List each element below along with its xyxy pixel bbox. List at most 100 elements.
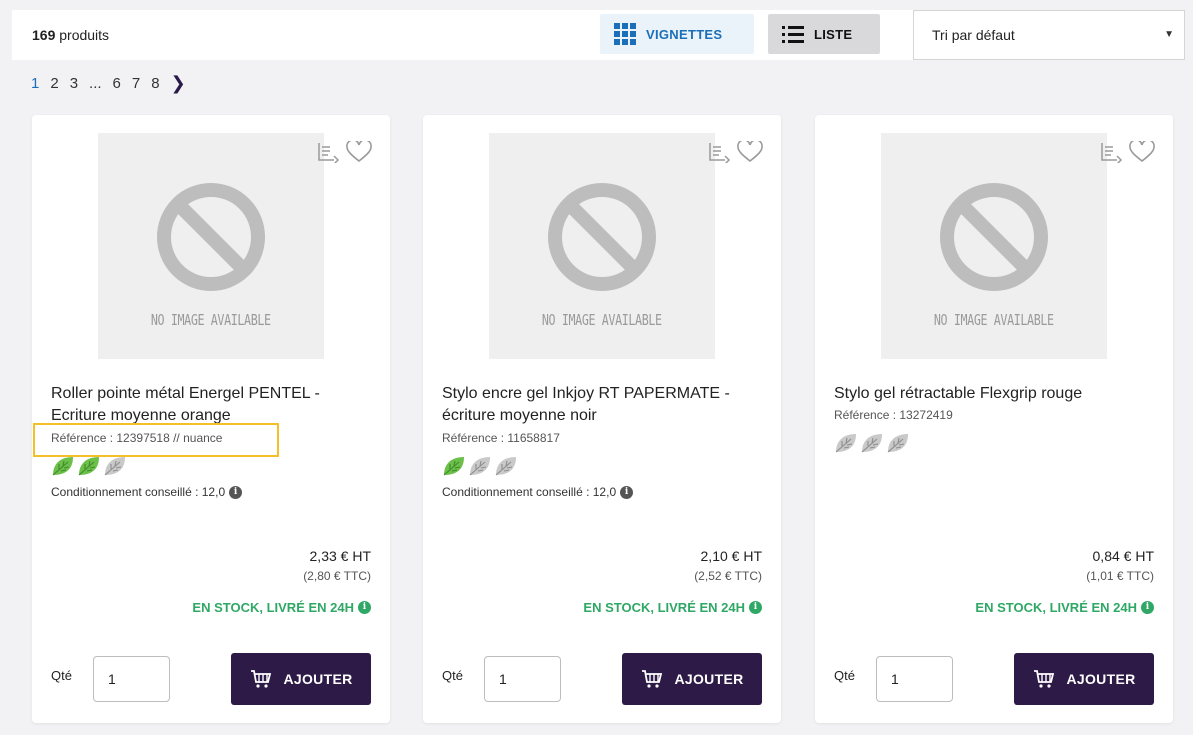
heart-icon[interactable] [346,141,372,163]
product-image-placeholder[interactable]: NO IMAGE AVAILABLE [881,133,1107,359]
page-link[interactable]: 8 [151,75,159,92]
cart-icon [1033,670,1054,688]
view-grid-button[interactable]: VIGNETTES [600,14,754,54]
eco-leaf-inactive-icon [887,434,908,453]
product-title[interactable]: Roller pointe métal Energel PENTEL - Ecr… [51,383,371,427]
price-ttc: (1,01 € TTC) [1086,569,1154,583]
stock-info-icon[interactable]: i [749,601,762,614]
page-link[interactable]: 2 [50,75,58,92]
page-link-current[interactable]: 1 [31,75,39,92]
page-ellipsis: ... [89,75,102,92]
eco-leaf-inactive-icon [469,457,490,476]
quantity-input[interactable] [876,656,953,702]
eco-leaf-inactive-icon [495,457,516,476]
product-title-line: Stylo gel rétractable Flexgrip rouge [834,385,1083,402]
no-image-icon [548,183,656,291]
card-actions [316,141,372,163]
toolbar: 169 produits VIGNETTES LISTE Tri par déf… [12,10,1185,60]
view-list-button[interactable]: LISTE [768,14,880,54]
stock-status-text: EN STOCK, LIVRÉ EN 24H [583,600,745,615]
price-ht: 0,84 € HT [1092,548,1154,564]
reference-highlight-box [33,423,279,457]
eco-leaf-active-icon [52,457,73,476]
product-title[interactable]: Stylo encre gel Inkjoy RT PAPERMATE - éc… [442,383,762,427]
quantity-label: Qté [51,668,72,683]
conditioning-text: Conditionnement conseillé : 12,0 [51,485,226,499]
card-actions [1099,141,1155,163]
product-card: NO IMAGE AVAILABLE Roller pointe métal E… [32,115,390,723]
info-icon[interactable]: i [229,485,243,499]
eco-rating [834,432,910,454]
quantity-input[interactable] [93,656,170,702]
no-image-text: NO IMAGE AVAILABLE [151,311,271,329]
product-reference: Référence : 13272419 [834,408,953,422]
cart-icon [250,670,271,688]
eco-leaf-inactive-icon [861,434,882,453]
eco-leaf-inactive-icon [104,457,125,476]
add-to-list-icon[interactable] [1099,141,1123,163]
quantity-input[interactable] [484,656,561,702]
conditioning-info: Conditionnement conseillé : 12,0 i [442,485,634,499]
eco-leaf-active-icon [443,457,464,476]
card-actions [707,141,763,163]
quantity-label: Qté [834,668,855,683]
product-title[interactable]: Stylo gel rétractable Flexgrip rouge [834,383,1154,405]
page-link[interactable]: 3 [70,75,78,92]
sort-select[interactable]: Tri par défaut ▼ [913,10,1185,60]
list-icon [782,25,804,43]
dropdown-caret-icon: ▼ [1164,29,1174,40]
info-icon[interactable]: i [620,485,634,499]
no-image-text: NO IMAGE AVAILABLE [934,311,1054,329]
view-grid-label: VIGNETTES [646,26,723,42]
product-title-line: Stylo encre gel Inkjoy RT PAPERMATE - [442,385,730,402]
view-list-label: LISTE [814,26,853,42]
product-title-line: écriture moyenne noir [442,407,597,424]
product-reference: Référence : 11658817 [442,431,560,445]
next-page-chevron-icon[interactable]: ❯ [171,73,186,94]
product-count-label: produits [59,27,110,43]
pagination: 1 2 3 ... 6 7 8 ❯ [31,73,186,94]
price-ttc: (2,80 € TTC) [303,569,371,583]
no-image-icon [157,183,265,291]
product-card: NO IMAGE AVAILABLE Stylo gel rétractable… [815,115,1173,723]
product-image-placeholder[interactable]: NO IMAGE AVAILABLE [489,133,715,359]
page-link[interactable]: 6 [113,75,121,92]
add-to-cart-button[interactable]: AJOUTER [622,653,762,705]
eco-rating [51,455,127,477]
sort-select-value: Tri par défaut [932,27,1015,43]
eco-leaf-inactive-icon [835,434,856,453]
stock-status: EN STOCK, LIVRÉ EN 24H i [975,600,1154,615]
price-ttc: (2,52 € TTC) [694,569,762,583]
stock-status-text: EN STOCK, LIVRÉ EN 24H [975,600,1137,615]
add-to-cart-label: AJOUTER [674,671,744,687]
no-image-icon [940,183,1048,291]
quantity-label: Qté [442,668,463,683]
conditioning-text: Conditionnement conseillé : 12,0 [442,485,617,499]
add-to-cart-label: AJOUTER [283,671,353,687]
product-image-placeholder[interactable]: NO IMAGE AVAILABLE [98,133,324,359]
product-title-line: Roller pointe métal Energel PENTEL - [51,385,320,402]
page-link[interactable]: 7 [132,75,140,92]
grid-icon [614,23,636,45]
stock-info-icon[interactable]: i [358,601,371,614]
product-card: NO IMAGE AVAILABLE Stylo encre gel Inkjo… [423,115,781,723]
add-to-list-icon[interactable] [707,141,731,163]
price-ht: 2,10 € HT [700,548,762,564]
stock-status: EN STOCK, LIVRÉ EN 24H i [583,600,762,615]
eco-rating [442,455,518,477]
add-to-list-icon[interactable] [316,141,340,163]
product-count-number: 169 [32,27,56,43]
add-to-cart-button[interactable]: AJOUTER [1014,653,1154,705]
stock-status-text: EN STOCK, LIVRÉ EN 24H [192,600,354,615]
product-count: 169 produits [32,27,109,43]
add-to-cart-label: AJOUTER [1066,671,1136,687]
stock-status: EN STOCK, LIVRÉ EN 24H i [192,600,371,615]
heart-icon[interactable] [1129,141,1155,163]
stock-info-icon[interactable]: i [1141,601,1154,614]
eco-leaf-active-icon [78,457,99,476]
price-ht: 2,33 € HT [309,548,371,564]
no-image-text: NO IMAGE AVAILABLE [542,311,662,329]
conditioning-info: Conditionnement conseillé : 12,0 i [51,485,243,499]
add-to-cart-button[interactable]: AJOUTER [231,653,371,705]
heart-icon[interactable] [737,141,763,163]
